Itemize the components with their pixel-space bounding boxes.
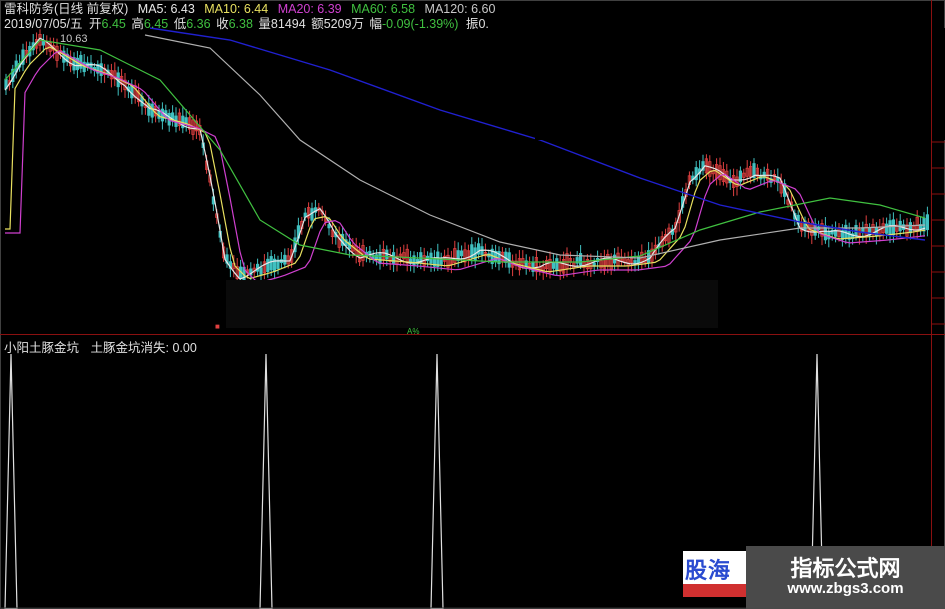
amplitude-label: 振 (465, 17, 479, 31)
open-label: 开 (89, 17, 102, 31)
ma60-value: MA60: 6.58 (351, 2, 416, 16)
watermark-right-logo: 指标公式网 www.zbgs3.com (746, 546, 945, 609)
amount-value: 5209万 (323, 17, 364, 31)
candle-body (41, 41, 46, 46)
candle-body (908, 222, 913, 234)
candle-body (99, 63, 103, 76)
ma120-value: MA120: 6.60 (424, 2, 496, 16)
peak-price-label: 10.63 (60, 33, 88, 45)
candle-body (259, 267, 263, 275)
ma10-value: MA10: 6.44 (204, 2, 269, 16)
amplitude-value: 0. (478, 17, 489, 31)
candle-body (551, 262, 556, 269)
candle-body (130, 85, 134, 99)
indicator-spike (4, 353, 18, 609)
open-value: 6.45 (101, 17, 126, 31)
candle-body (327, 224, 331, 229)
indicator-spike (259, 353, 273, 609)
candle-body (459, 250, 464, 257)
watermark-url: www.zbgs3.com (787, 580, 904, 597)
candle-body (888, 220, 892, 235)
volume-value: 81494 (270, 17, 306, 31)
indicator-spike (430, 353, 444, 609)
candle-body (266, 258, 270, 273)
candle-body (844, 224, 848, 239)
ma5-value: MA5: 6.43 (137, 2, 195, 16)
masked-region-bottom (226, 280, 718, 328)
candle-body (555, 258, 559, 271)
ma20-value: MA20: 6.39 (277, 2, 342, 16)
signal-marker-red: ■ (215, 322, 220, 331)
high-label: 高 (131, 17, 144, 31)
panel-separator (0, 334, 945, 335)
candle-body (885, 223, 889, 234)
change-value: -0.09(-1.39%) (382, 17, 459, 31)
low-label: 低 (173, 17, 187, 31)
header-row-quote: 2019/07/05/五 开6.45 高6.45 低6.36 收6.38 量81… (4, 17, 495, 31)
watermark-left-logo: 股海网 (683, 551, 753, 597)
watermark-title: 指标公式网 (790, 556, 901, 581)
candle-body (925, 214, 930, 231)
stock-title: 雷科防务(日线 前复权) (4, 2, 129, 16)
candle-body (283, 254, 287, 265)
change-label: 幅 (369, 17, 382, 31)
candle-body (391, 252, 396, 264)
header-row-ma: 雷科防务(日线 前复权) MA5: 6.43 MA10: 6.44 MA20: … (4, 2, 501, 16)
close-label: 收 (216, 17, 229, 31)
close-value: 6.38 (228, 17, 253, 31)
low-value: 6.36 (186, 17, 211, 31)
volume-label: 量 (258, 17, 271, 31)
candle-body (439, 259, 443, 265)
watermark-left-bar (683, 584, 753, 597)
candle-body (269, 256, 273, 271)
quote-date: 2019/07/05/五 (4, 17, 83, 31)
candle-body (891, 219, 896, 236)
candle-body (374, 254, 379, 260)
high-value: 6.45 (143, 17, 169, 31)
amount-label: 额 (311, 17, 324, 31)
masked-region-top-right (535, 28, 945, 140)
